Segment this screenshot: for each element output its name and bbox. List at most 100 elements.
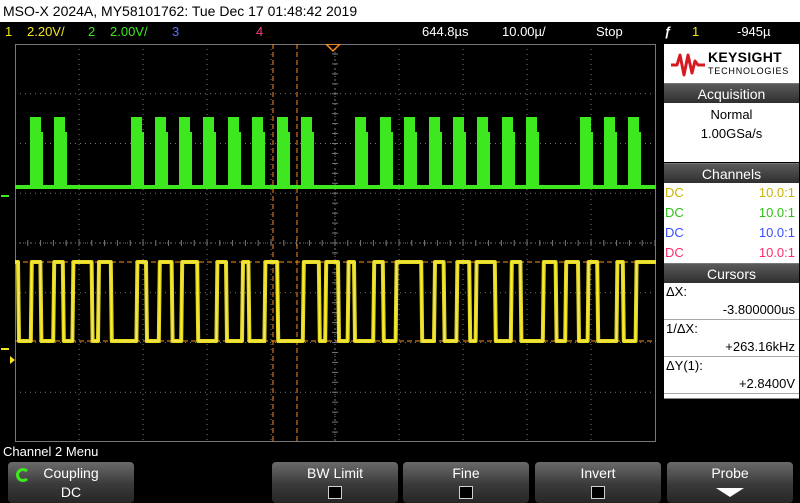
ch2-burst-edge bbox=[488, 132, 490, 187]
ch2-burst bbox=[526, 117, 539, 187]
ch2-burst bbox=[155, 117, 168, 187]
channels-header: Channels bbox=[664, 163, 799, 183]
ch3-number[interactable]: 3 bbox=[172, 22, 179, 42]
ch2-burst-block bbox=[155, 118, 166, 187]
ch1-scale[interactable]: 2.20V/ bbox=[27, 22, 65, 42]
ch2-burst-edge bbox=[639, 132, 641, 187]
ch2-burst-block bbox=[604, 118, 615, 187]
ch2-burst bbox=[502, 117, 515, 187]
ch2-burst-edge bbox=[166, 132, 168, 187]
ch2-burst-block bbox=[453, 118, 464, 187]
invert-softkey[interactable]: Invert bbox=[535, 462, 661, 503]
probe-label: Probe bbox=[711, 465, 749, 481]
menu-title: Channel 2 Menu bbox=[3, 444, 99, 459]
ch2-burst bbox=[203, 117, 216, 187]
ch2-burst-edge bbox=[464, 132, 466, 187]
ch2-burst-edge bbox=[366, 132, 368, 187]
waveform-display[interactable] bbox=[15, 44, 656, 442]
ch2-burst-edge bbox=[190, 132, 192, 187]
rotate-arrow-icon bbox=[16, 468, 30, 482]
inverse-delta-x-label: 1/ΔX: bbox=[666, 321, 698, 336]
title-bar: MSO-X 2024A, MY58101762: Tue Dec 17 01:4… bbox=[0, 0, 800, 22]
cursors-panel[interactable]: Cursors ΔX: -3.800000us 1/ΔX: +263.16kHz… bbox=[664, 263, 799, 399]
channel-probe: 10.0:1 bbox=[758, 245, 795, 260]
ch2-burst bbox=[477, 117, 490, 187]
trigger-level[interactable]: -945µ bbox=[737, 22, 771, 42]
fine-softkey[interactable]: Fine bbox=[403, 462, 529, 503]
ch2-burst-edge bbox=[513, 132, 515, 187]
fine-label: Fine bbox=[452, 465, 480, 481]
ch2-burst-edge bbox=[440, 132, 442, 187]
trigger-source[interactable]: 1 bbox=[692, 22, 699, 42]
ch2-number[interactable]: 2 bbox=[88, 22, 95, 42]
ch2-scale[interactable]: 2.00V/ bbox=[110, 22, 148, 42]
ch2-burst-edge bbox=[214, 132, 216, 187]
ch2-burst bbox=[301, 117, 314, 187]
status-bar: 1 2.20V/ 2 2.00V/ 3 4 644.8µs 10.00µ/ St… bbox=[0, 22, 800, 42]
coupling-softkey[interactable]: Coupling DC bbox=[8, 462, 134, 503]
ch2-burst-edge bbox=[312, 132, 314, 187]
title-text: MSO-X 2024A, MY58101762: Tue Dec 17 01:4… bbox=[3, 3, 358, 19]
ch2-burst bbox=[179, 117, 192, 187]
bw-limit-checkbox[interactable] bbox=[328, 486, 342, 499]
ch2-burst-block bbox=[301, 118, 312, 187]
delta-x-value: -3.800000us bbox=[664, 301, 799, 320]
bw-limit-label: BW Limit bbox=[307, 465, 363, 481]
acquisition-mode: Normal bbox=[710, 107, 753, 122]
ch2-burst bbox=[604, 117, 617, 187]
ch1-number[interactable]: 1 bbox=[5, 22, 12, 42]
markers bbox=[324, 44, 342, 53]
coupling-value: DC bbox=[60, 484, 82, 500]
acquisition-panel[interactable]: Acquisition Normal 1.00GSa/s bbox=[664, 83, 799, 162]
fine-checkbox[interactable] bbox=[459, 486, 473, 499]
ch2-burst-edge bbox=[537, 132, 539, 187]
ch2-burst bbox=[404, 117, 417, 187]
ch2-burst-block bbox=[502, 118, 513, 187]
brand-name: KEYSIGHT bbox=[708, 49, 782, 65]
time-scale[interactable]: 10.00µ/ bbox=[502, 22, 546, 42]
run-state[interactable]: Stop bbox=[596, 22, 623, 42]
acquisition-header: Acquisition bbox=[664, 83, 799, 103]
channel-row: DC 10.0:1 bbox=[664, 243, 799, 263]
ch2-burst-block bbox=[228, 118, 239, 187]
channel-probe: 10.0:1 bbox=[758, 185, 795, 200]
invert-checkbox[interactable] bbox=[591, 486, 605, 499]
ch2-burst-block bbox=[252, 118, 263, 187]
ch2-burst-block bbox=[526, 118, 537, 187]
graticule bbox=[15, 44, 656, 442]
keysight-wave-icon bbox=[671, 53, 705, 77]
ch2-burst-block bbox=[628, 118, 639, 187]
ch2-burst-edge bbox=[41, 132, 43, 187]
waveform-canvas bbox=[15, 44, 656, 442]
channel-probe: 10.0:1 bbox=[758, 225, 795, 240]
ch1-ground-tick bbox=[1, 348, 9, 350]
inverse-delta-x-value: +263.16kHz bbox=[664, 338, 799, 357]
ch2-ground-tick bbox=[1, 195, 9, 197]
ch4-number[interactable]: 4 bbox=[256, 22, 263, 42]
ch2-burst-block bbox=[179, 118, 190, 187]
ch2-burst-edge bbox=[142, 132, 144, 187]
trigger-level-marker bbox=[10, 356, 15, 364]
delta-y-value: +2.8400V bbox=[664, 375, 799, 394]
ch2-burst-block bbox=[429, 118, 440, 187]
ch2-burst-block bbox=[131, 118, 142, 187]
ch2-burst bbox=[252, 117, 265, 187]
probe-softkey[interactable]: Probe bbox=[667, 462, 793, 503]
ch2-burst-edge bbox=[415, 132, 417, 187]
delta-x-label: ΔX: bbox=[666, 284, 687, 299]
channel-row: DC 10.0:1 bbox=[664, 203, 799, 223]
ch2-burst-block bbox=[404, 118, 415, 187]
ch2-burst-edge bbox=[615, 132, 617, 187]
ch2-burst-edge bbox=[65, 132, 67, 187]
invert-label: Invert bbox=[580, 465, 616, 481]
channels-panel[interactable]: Channels DC 10.0:1 DC 10.0:1 DC 10.0:1 D… bbox=[664, 163, 799, 263]
brand-logo: KEYSIGHT TECHNOLOGIES bbox=[664, 44, 799, 84]
ch2-burst-edge bbox=[288, 132, 290, 187]
ch2-burst-block bbox=[277, 118, 288, 187]
ch2-burst-edge bbox=[591, 132, 593, 187]
time-delay[interactable]: 644.8µs bbox=[422, 22, 469, 42]
ch2-burst-block bbox=[54, 118, 65, 187]
channel-coupling: DC bbox=[665, 245, 684, 260]
bw-limit-softkey[interactable]: BW Limit bbox=[272, 462, 398, 503]
ch2-burst-block bbox=[203, 118, 214, 187]
